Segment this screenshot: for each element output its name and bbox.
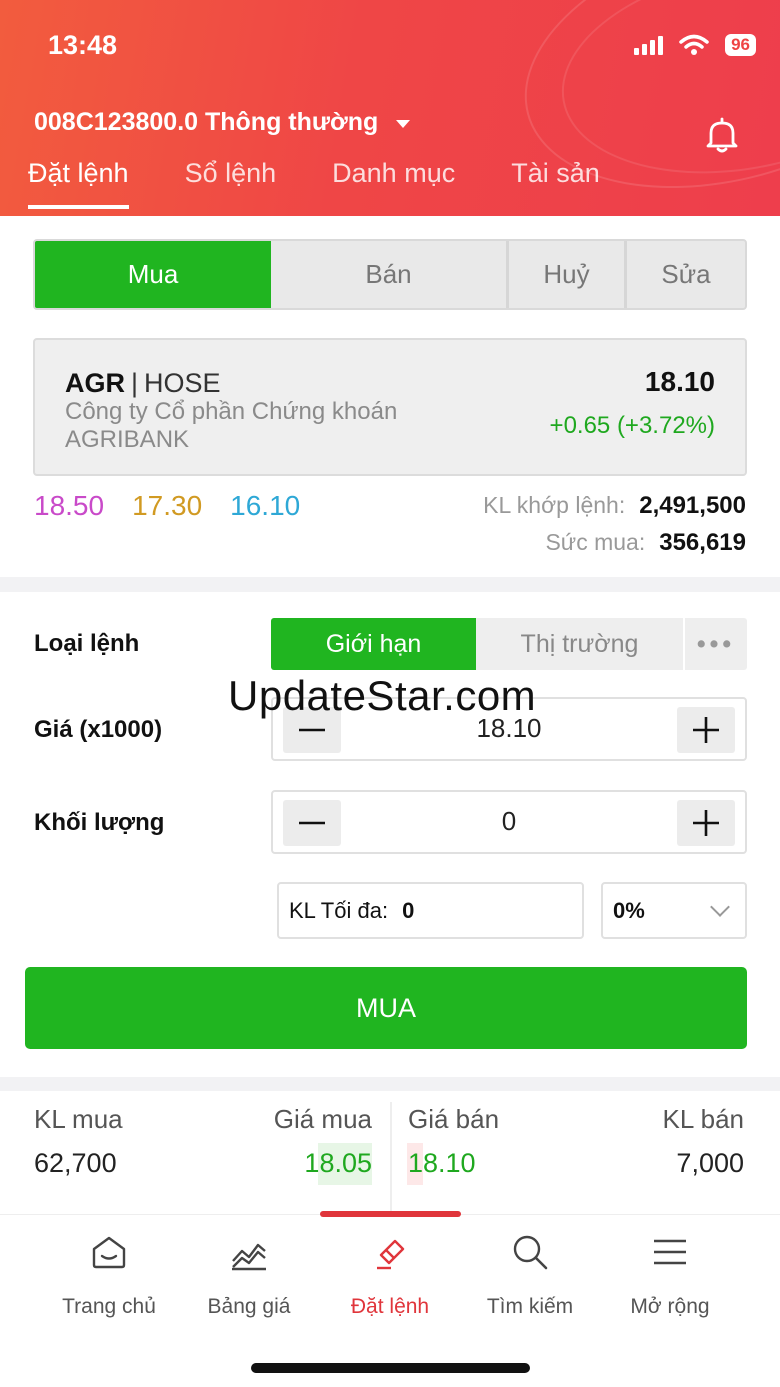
plus-icon (693, 717, 719, 743)
tab-danh-muc[interactable]: Danh mục (332, 158, 455, 209)
stock-symbol: AGR (65, 368, 125, 398)
price-label: Giá (x1000) (34, 716, 163, 743)
quantity-input[interactable]: 0 (353, 806, 665, 837)
section-divider (0, 1077, 780, 1091)
max-quantity-label: KL Tối đa: (289, 897, 389, 923)
active-nav-indicator (320, 1211, 461, 1217)
company-name: Công ty Cổ phần Chứng khoán AGRIBANK (65, 398, 398, 453)
buy-tab[interactable]: Mua (35, 241, 271, 308)
nav-search[interactable]: Tìm kiếm (460, 1231, 600, 1319)
nav-home-label: Trang chủ (62, 1295, 156, 1318)
ask-volume-cell: 7,000 (676, 1148, 744, 1178)
minus-icon (299, 821, 325, 825)
sell-tab[interactable]: Bán (271, 241, 509, 308)
ask-price-cell[interactable]: 18.10 (408, 1148, 476, 1179)
signal-icon (634, 35, 664, 55)
app-header: 13:48 96 008C123800.0 Thông thường Đặt l… (0, 0, 780, 216)
quantity-decrease-button[interactable] (283, 800, 341, 846)
bottom-nav: Trang chủ Bảng giá Đặt lệnh Tìm kiếm Mở (0, 1211, 780, 1387)
reference-prices: 18.50 17.30 16.10 (34, 490, 300, 522)
buying-power-row: Sức mua: 356,619 (545, 529, 746, 557)
limit-order-tab[interactable]: Giới hạn (271, 618, 476, 670)
more-order-types-button[interactable]: ••• (683, 618, 747, 670)
cancel-tab[interactable]: Huỷ (509, 241, 627, 308)
section-divider (0, 577, 780, 592)
order-type-label: Loại lệnh (34, 630, 140, 657)
bid-price-header: Giá mua (273, 1104, 372, 1134)
order-book-divider (390, 1102, 392, 1212)
chart-icon (232, 1243, 266, 1271)
matched-volume-label: KL khớp lệnh: (483, 492, 626, 518)
plus-icon (693, 810, 719, 836)
quantity-stepper: 0 (271, 790, 747, 854)
reference-price: 17.30 (132, 490, 203, 521)
bid-volume-cell: 62,700 (34, 1148, 117, 1178)
menu-icon (654, 1239, 686, 1265)
ask-volume-header: KL bán (662, 1104, 744, 1134)
side-segment: Mua Bán Huỷ Sửa (33, 239, 747, 310)
floor-price: 16.10 (230, 490, 301, 521)
battery-indicator: 96 (725, 34, 756, 56)
status-icons: 96 (634, 34, 756, 56)
quantity-increase-button[interactable] (677, 800, 735, 846)
stock-change: +0.65 (+3.72%) (549, 412, 715, 439)
percent-select[interactable]: 0% (601, 882, 747, 939)
bid-volume-header: KL mua (34, 1104, 123, 1134)
ceiling-price: 18.50 (34, 490, 105, 521)
nav-more[interactable]: Mở rộng (600, 1231, 740, 1319)
buying-power-label: Sức mua: (545, 529, 646, 555)
search-icon (513, 1235, 548, 1270)
stock-card[interactable]: AGR | HOSE Công ty Cổ phần Chứng khoán AGR… (33, 338, 747, 476)
ask-price-header: Giá bán (408, 1104, 500, 1134)
stock-exchange: HOSE (144, 368, 221, 398)
submit-buy-button[interactable]: MUA (25, 967, 747, 1049)
home-icon (92, 1236, 126, 1269)
wifi-icon (679, 34, 709, 55)
chevron-down-icon (710, 896, 730, 917)
home-indicator (251, 1363, 530, 1373)
price-increase-button[interactable] (677, 707, 735, 753)
bid-price-cell[interactable]: 18.05 (304, 1148, 372, 1179)
nav-home[interactable]: Trang chủ (39, 1231, 179, 1319)
order-icon (377, 1239, 405, 1270)
quantity-label: Khối lượng (34, 809, 165, 836)
percent-value: 0% (613, 897, 645, 923)
tab-so-lenh[interactable]: Sổ lệnh (185, 158, 277, 209)
nav-search-label: Tìm kiếm (486, 1295, 574, 1318)
tab-tai-san[interactable]: Tài sản (511, 158, 600, 209)
edit-tab[interactable]: Sửa (627, 241, 745, 308)
matched-volume-value: 2,491,500 (639, 492, 746, 519)
watermark: UpdateStar.com (228, 672, 537, 719)
nav-place-order[interactable]: Đặt lệnh (320, 1231, 460, 1319)
nav-price-board-label: Bảng giá (207, 1295, 291, 1318)
nav-price-board[interactable]: Bảng giá (179, 1231, 319, 1319)
stock-symbol-line: AGR | HOSE (65, 368, 221, 399)
account-label: 008C123800.0 Thông thường (34, 108, 379, 136)
max-quantity-box[interactable]: KL Tối đa: 0 (277, 882, 584, 939)
nav-more-label: Mở rộng (630, 1295, 710, 1318)
tab-dat-lenh[interactable]: Đặt lệnh (28, 158, 129, 209)
buying-power-value: 356,619 (659, 529, 746, 556)
nav-place-order-label: Đặt lệnh (350, 1295, 430, 1318)
bell-icon[interactable] (702, 115, 742, 155)
order-type-segment: Giới hạn Thị trường ••• (271, 618, 747, 670)
separator: | (131, 368, 139, 398)
main-tabs: Đặt lệnh Sổ lệnh Danh mục Tài sản (28, 158, 600, 209)
caret-down-icon (396, 119, 411, 128)
account-selector[interactable]: 008C123800.0 Thông thường (34, 108, 411, 137)
matched-volume-row: KL khớp lệnh: 2,491,500 (483, 492, 746, 520)
status-time: 13:48 (48, 30, 118, 60)
stock-price: 18.10 (644, 366, 715, 397)
max-quantity-value: 0 (402, 897, 415, 923)
market-order-tab[interactable]: Thị trường (476, 618, 683, 670)
